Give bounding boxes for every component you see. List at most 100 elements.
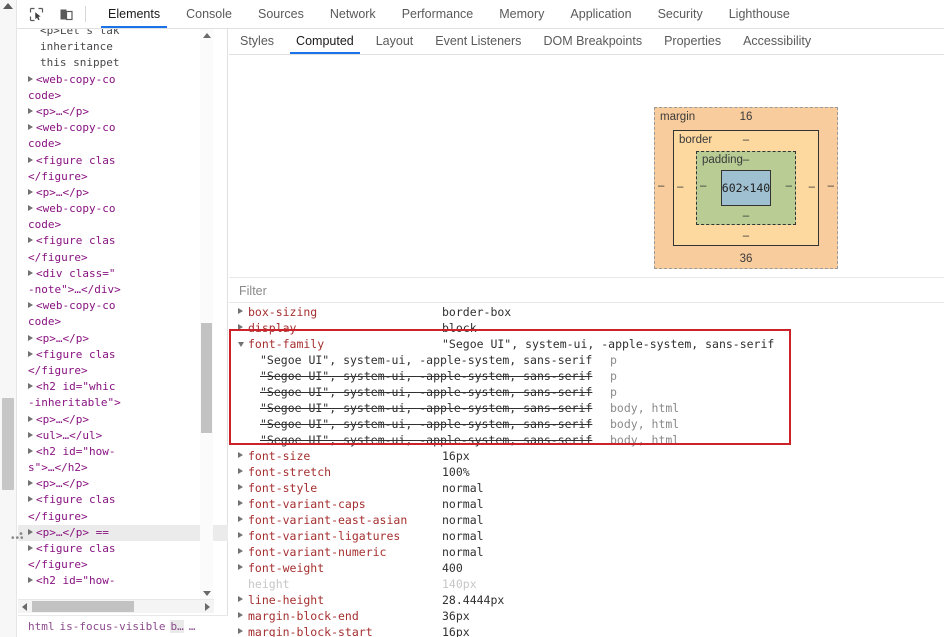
tab-application[interactable]: Application bbox=[557, 0, 644, 28]
trace-selector[interactable]: body, html bbox=[610, 400, 679, 416]
computed-property-row[interactable]: line-height 28.4444px bbox=[229, 592, 944, 608]
tab-properties[interactable]: Properties bbox=[653, 29, 732, 54]
chevron-right-icon[interactable] bbox=[238, 628, 243, 634]
dom-tree-row[interactable]: inheritance bbox=[18, 39, 228, 55]
chevron-right-icon[interactable] bbox=[28, 156, 33, 163]
box-model-border-left[interactable]: – bbox=[677, 181, 683, 193]
device-toolbar-icon[interactable] bbox=[55, 4, 77, 24]
chevron-down-icon[interactable] bbox=[238, 342, 244, 347]
dom-tree-row[interactable]: <web-copy-co bbox=[18, 72, 228, 88]
dom-tree-row[interactable]: <web-copy-co bbox=[18, 201, 228, 217]
chevron-right-icon[interactable] bbox=[28, 528, 33, 535]
breadcrumb-item[interactable]: … bbox=[189, 620, 196, 633]
dom-tree-row[interactable]: <p>…</p> bbox=[18, 412, 228, 428]
dom-tree-row[interactable]: <p>…</p> bbox=[18, 331, 228, 347]
trace-selector[interactable]: body, html bbox=[610, 432, 679, 448]
chevron-right-icon[interactable] bbox=[28, 124, 33, 131]
chevron-right-icon[interactable] bbox=[238, 532, 243, 538]
chevron-right-icon[interactable] bbox=[238, 324, 243, 330]
chevron-right-icon[interactable] bbox=[28, 545, 33, 551]
computed-property-row[interactable]: font-variant-east-asian normal bbox=[229, 512, 944, 528]
scroll-up-arrow-icon[interactable] bbox=[3, 3, 13, 9]
dom-tree-row[interactable]: <p>…</p> bbox=[18, 185, 228, 201]
dom-tree-row[interactable]: code> bbox=[18, 217, 228, 233]
tab-sources[interactable]: Sources bbox=[245, 0, 317, 28]
dom-tree-row[interactable]: <figure clas bbox=[18, 541, 228, 557]
computed-property-row[interactable]: height 140px bbox=[229, 576, 944, 592]
chevron-right-icon[interactable] bbox=[28, 431, 33, 438]
dom-tree-row[interactable]: s">…</h2> bbox=[18, 460, 228, 476]
chevron-right-icon[interactable] bbox=[238, 452, 243, 458]
dom-tree-row[interactable]: </figure> bbox=[18, 169, 228, 185]
box-model-margin-bottom[interactable]: 36 bbox=[655, 253, 837, 265]
computed-property-row[interactable]: font-stretch 100% bbox=[229, 464, 944, 480]
property-trace-row[interactable]: "Segoe UI", system-ui, -apple-system, sa… bbox=[229, 384, 944, 400]
tab-security[interactable]: Security bbox=[645, 0, 716, 28]
box-model-content[interactable]: 602×140 bbox=[721, 170, 771, 206]
chevron-right-icon[interactable] bbox=[238, 468, 243, 474]
trace-selector[interactable]: p bbox=[610, 352, 617, 368]
dom-row-overflow-menu-icon[interactable]: ••• bbox=[11, 533, 25, 545]
chevron-right-icon[interactable] bbox=[28, 75, 33, 82]
box-model-border-bottom[interactable]: – bbox=[674, 230, 818, 242]
property-trace-row[interactable]: "Segoe UI", system-ui, -apple-system, sa… bbox=[229, 416, 944, 432]
tab-memory[interactable]: Memory bbox=[486, 0, 557, 28]
chevron-right-icon[interactable] bbox=[28, 350, 33, 357]
dom-scroll-up-arrow-icon[interactable] bbox=[202, 33, 211, 38]
box-model-border-top[interactable]: – bbox=[674, 134, 818, 146]
dom-scroll-right-arrow-icon[interactable] bbox=[205, 603, 210, 611]
box-model-padding-top[interactable]: – bbox=[697, 154, 795, 166]
computed-property-row[interactable]: font-style normal bbox=[229, 480, 944, 496]
chevron-right-icon[interactable] bbox=[28, 205, 33, 212]
dom-tree-row[interactable]: <figure clas bbox=[18, 233, 228, 249]
dom-tree-row[interactable]: </figure> bbox=[18, 509, 228, 525]
dom-tree-hscroll-thumb[interactable] bbox=[32, 601, 134, 612]
chevron-right-icon[interactable] bbox=[28, 496, 33, 503]
box-model-border-right[interactable]: – bbox=[809, 181, 815, 193]
computed-property-row[interactable]: font-variant-caps normal bbox=[229, 496, 944, 512]
breadcrumb-item[interactable]: html bbox=[28, 620, 55, 633]
chevron-right-icon[interactable] bbox=[28, 415, 33, 422]
breadcrumb-item[interactable]: is-focus-visible bbox=[60, 620, 166, 633]
chevron-right-icon[interactable] bbox=[28, 383, 33, 390]
box-model-padding-left[interactable]: – bbox=[700, 180, 706, 192]
tab-styles[interactable]: Styles bbox=[229, 29, 285, 54]
box-model-margin[interactable]: margin 16 36 – – border – – – – padding … bbox=[654, 107, 838, 269]
chevron-right-icon[interactable] bbox=[238, 564, 243, 570]
dom-tree-row[interactable]: </figure> bbox=[18, 250, 228, 266]
chevron-right-icon[interactable] bbox=[28, 577, 33, 584]
breadcrumb-item[interactable]: b… bbox=[170, 620, 184, 633]
dom-tree-row[interactable]: code> bbox=[18, 88, 228, 104]
chevron-right-icon[interactable] bbox=[28, 480, 33, 487]
chevron-right-icon[interactable] bbox=[28, 447, 33, 454]
chevron-right-icon[interactable] bbox=[238, 612, 243, 618]
computed-property-row[interactable]: font-family "Segoe UI", system-ui, -apple… bbox=[229, 336, 944, 352]
chevron-right-icon[interactable] bbox=[238, 484, 243, 490]
computed-property-row[interactable]: font-weight 400 bbox=[229, 560, 944, 576]
dom-tree-row[interactable]: <p>Let's tak bbox=[18, 29, 228, 39]
dom-tree-row[interactable]: <figure clas bbox=[18, 492, 228, 508]
property-trace-row[interactable]: "Segoe UI", system-ui, -apple-system, sa… bbox=[229, 352, 944, 368]
dom-tree-horizontal-scrollbar[interactable] bbox=[18, 599, 214, 613]
computed-property-row[interactable]: font-variant-ligatures normal bbox=[229, 528, 944, 544]
dom-tree-row[interactable]: -inheritable"> bbox=[18, 395, 228, 411]
dom-scroll-down-arrow-icon[interactable] bbox=[202, 591, 211, 596]
box-model-padding[interactable]: padding – – – – 602×140 bbox=[696, 151, 796, 225]
dom-tree-row[interactable]: -note">…</div> bbox=[18, 282, 228, 298]
dom-tree-row[interactable]: <p>…</p> == ••• bbox=[18, 524, 228, 541]
dom-tree-row[interactable]: <ul>…</ul> bbox=[18, 428, 228, 444]
box-model-margin-top[interactable]: 16 bbox=[655, 111, 837, 123]
box-model-margin-left[interactable]: – bbox=[658, 180, 664, 192]
box-model-padding-bottom[interactable]: – bbox=[697, 210, 795, 222]
dom-scroll-left-arrow-icon[interactable] bbox=[22, 603, 27, 611]
dom-tree-scroll-area[interactable]: <p>Let's tak inheritance this snippet <web… bbox=[18, 29, 228, 600]
dom-tree-vertical-scrollbar[interactable] bbox=[200, 29, 213, 600]
property-trace-row[interactable]: "Segoe UI", system-ui, -apple-system, sa… bbox=[229, 432, 944, 448]
dom-tree-row[interactable]: </figure> bbox=[18, 363, 228, 379]
dom-tree-row[interactable]: code> bbox=[18, 314, 228, 330]
filter-input[interactable] bbox=[237, 282, 541, 299]
trace-selector[interactable]: body, html bbox=[610, 416, 679, 432]
dom-tree-row[interactable]: <figure clas bbox=[18, 347, 228, 363]
chevron-right-icon[interactable] bbox=[28, 107, 33, 114]
tab-elements[interactable]: Elements bbox=[95, 0, 173, 28]
